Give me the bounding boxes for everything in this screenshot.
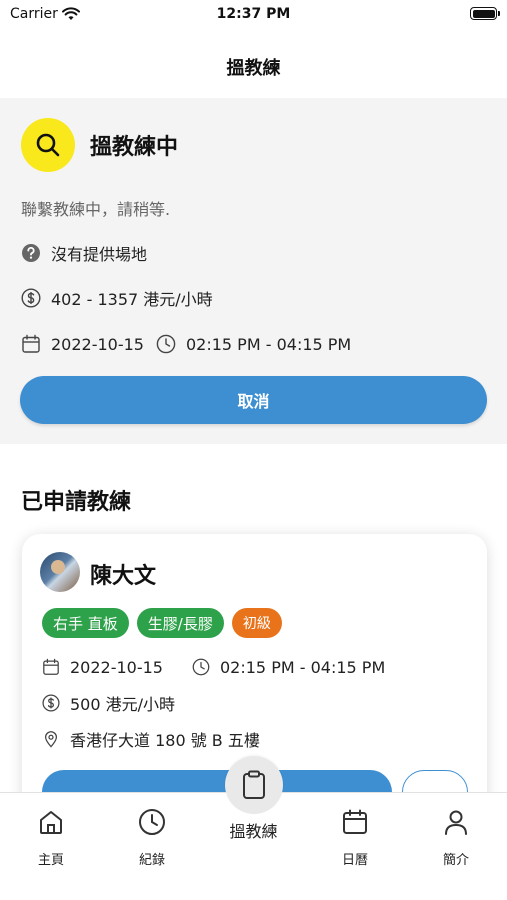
coach-time-row: 02:15 PM - 04:15 PM — [192, 656, 385, 678]
searching-panel: 搵教練中 聯繫教練中，請稍等. 沒有提供場地 402 - 1357 港元/小時 — [0, 98, 507, 444]
price-text: 402 - 1357 港元/小時 — [51, 290, 213, 309]
clipboard-icon — [243, 770, 265, 799]
venue-row: 沒有提供場地 — [21, 241, 147, 265]
searching-subtitle: 聯繫教練中，請稍等. — [21, 200, 171, 219]
coach-time-text: 02:15 PM - 04:15 PM — [220, 657, 386, 677]
location-pin-icon — [42, 730, 60, 748]
coach-address-text: 香港仔大道 180 號 B 五樓 — [70, 731, 260, 750]
clock-icon — [192, 658, 210, 676]
battery-icon — [470, 7, 500, 20]
coach-date-row: 2022-10-15 — [42, 656, 163, 678]
applied-coaches-heading: 已申請教練 — [21, 490, 132, 515]
question-icon — [21, 243, 41, 263]
price-row: 402 - 1357 港元/小時 — [21, 286, 213, 310]
status-bar: Carrier 12:37 PM — [0, 0, 507, 30]
tag-level: 初級 — [231, 608, 282, 638]
status-time: 12:37 PM — [216, 6, 291, 22]
tab-find-coach[interactable] — [225, 756, 283, 814]
coach-tags: 右手 直板 生膠/長膠 初級 — [42, 608, 282, 638]
datetime-row: 2022-10-15 02:15 PM - 04:15 PM — [21, 332, 351, 356]
venue-text: 沒有提供場地 — [51, 245, 148, 264]
coach-price-text: 500 港元/小時 — [70, 695, 176, 714]
coach-date-text: 2022-10-15 — [70, 657, 163, 677]
avatar — [40, 552, 80, 592]
tab-calendar-label: 日曆 — [341, 853, 368, 868]
calendar-icon — [21, 334, 41, 354]
search-badge — [21, 118, 75, 172]
tab-home-label: 主頁 — [37, 853, 64, 868]
date-text: 2022-10-15 — [51, 334, 144, 354]
coach-name: 陳大文 — [90, 564, 157, 589]
search-icon — [36, 133, 60, 157]
tab-find-coach-label[interactable]: 搵教練 — [0, 818, 507, 842]
tab-profile-label: 簡介 — [442, 853, 469, 868]
searching-title: 搵教練中 — [90, 135, 179, 160]
tag-grip: 右手 直板 — [42, 608, 129, 638]
page-title: 搵教練 — [226, 58, 281, 79]
tag-rubber: 生膠/長膠 — [136, 608, 224, 638]
coach-price-row: 500 港元/小時 — [42, 692, 175, 714]
time-text: 02:15 PM - 04:15 PM — [185, 334, 352, 354]
clock-icon — [156, 334, 176, 354]
dollar-icon — [21, 288, 41, 308]
dollar-icon — [42, 694, 60, 712]
calendar-icon — [42, 658, 60, 676]
cancel-button[interactable]: 取消 — [20, 376, 487, 424]
tab-records-label: 紀錄 — [138, 853, 165, 868]
coach-address-row: 香港仔大道 180 號 B 五樓 — [42, 728, 260, 750]
